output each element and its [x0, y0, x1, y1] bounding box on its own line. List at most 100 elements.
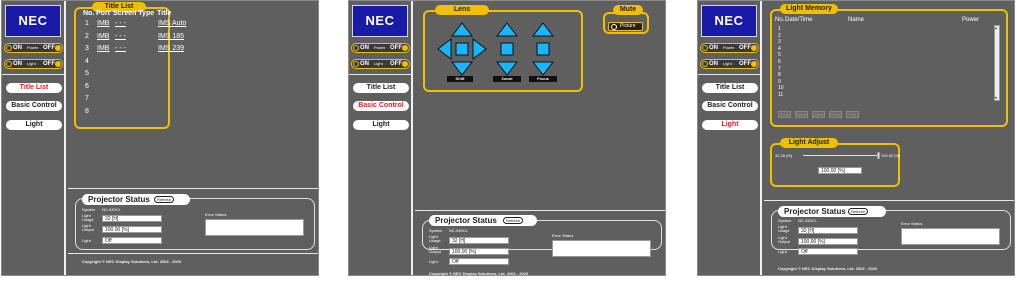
zoom-button[interactable]: Zoom [493, 76, 521, 82]
light-adjust-slider[interactable] [803, 152, 880, 159]
shift-left-icon[interactable] [437, 37, 452, 61]
title-row-no: 2 [85, 32, 89, 40]
power-toggle[interactable]: ON Power OFF [4, 43, 63, 53]
light-memory-row[interactable]: 4 [778, 46, 781, 52]
light-adjust-min: 32.28 [%] [775, 153, 792, 158]
title-row-no: 4 [85, 57, 89, 65]
light-toggle[interactable]: ON Light OFF [700, 59, 759, 69]
power-toggle[interactable]: ON Power OFF [700, 43, 759, 53]
light-memory-scrollbar[interactable]: ▴ ▾ [994, 25, 1000, 101]
nav-title-list[interactable]: Title List [702, 83, 758, 93]
title-row-screen_type[interactable]: - - - [115, 20, 126, 27]
focus-down-icon[interactable] [532, 61, 554, 76]
light-on-indicator-icon [702, 61, 708, 67]
zoom-center-icon[interactable] [500, 42, 514, 56]
nav-title-list[interactable]: Title List [6, 83, 62, 93]
light-memory-tab: Light Memory [780, 4, 838, 14]
title-row-screen_type[interactable]: - - - [115, 33, 126, 40]
refresh-button[interactable]: Refresh [503, 217, 523, 224]
power-on-indicator-icon [6, 45, 12, 51]
system-value: NC-940CL [449, 228, 468, 233]
focus-center-icon[interactable] [536, 42, 550, 56]
title-row-port[interactable]: IMB [97, 45, 109, 52]
light-status-field: Off [102, 237, 162, 244]
panel-basic-control: NEC ON Power OFF ON Light OFF Title List… [348, 0, 666, 276]
zoom-up-icon[interactable] [496, 22, 518, 37]
light-output-field: 100.00 [%] [798, 238, 858, 245]
nec-logo: NEC [5, 5, 61, 37]
light-memory-row[interactable]: 11 [778, 92, 783, 98]
col-title: Title [157, 10, 172, 17]
panel-title-list: NEC ON Power OFF ON Light OFF Title List… [1, 0, 319, 276]
light-on-indicator-icon [6, 61, 12, 67]
col-port: Port [96, 10, 110, 17]
slider-track [803, 155, 880, 156]
light-status-field: Off [449, 258, 509, 265]
power-toggle[interactable]: ON Power OFF [351, 43, 410, 53]
title-row-no: 6 [85, 82, 89, 90]
lens-tab: Lens [435, 5, 489, 15]
nav-basic-control[interactable]: Basic Control [353, 101, 409, 111]
sidebar-divider [698, 74, 760, 75]
light-toggle[interactable]: ON Light OFF [351, 59, 410, 69]
light-adjust-max: 100.00 [%] [881, 153, 901, 158]
copyright: Copyright © NEC Display Solutions, Ltd. … [82, 259, 182, 264]
nav-basic-control[interactable]: Basic Control [6, 101, 62, 111]
light-memory-row[interactable]: 7 [778, 66, 781, 72]
error-status-field [552, 240, 651, 257]
light-memory-delete-button[interactable]: Delete [795, 111, 808, 118]
nav-light[interactable]: Light [6, 120, 62, 130]
shift-down-icon[interactable] [450, 61, 474, 76]
refresh-button[interactable]: Refresh [848, 208, 868, 215]
shift-center-icon[interactable] [455, 42, 469, 56]
slider-thumb[interactable] [877, 152, 880, 159]
copyright: Copyright © NEC Display Solutions, Ltd. … [429, 271, 529, 276]
light-toggle[interactable]: ON Light OFF [4, 59, 63, 69]
light-memory-row[interactable]: 10 [778, 85, 784, 91]
light-memory-row[interactable]: 6 [778, 59, 781, 65]
title-row-screen_type[interactable]: - - - [115, 45, 126, 52]
light-memory-test-button[interactable]: Test [846, 111, 859, 118]
scroll-down-icon[interactable]: ▾ [995, 96, 999, 100]
shift-right-icon[interactable] [472, 37, 487, 61]
light-output-field: 100.00 [%] [449, 248, 509, 255]
light-adjust-value-field[interactable]: 100.00 [%] [818, 167, 862, 174]
scroll-up-icon[interactable]: ▴ [995, 26, 999, 30]
mute-check-icon [611, 24, 617, 30]
light-usage-field: 32 [H] [449, 237, 509, 244]
light-memory-row[interactable]: 1 [778, 26, 781, 32]
system-value: NC-940CL [102, 207, 121, 212]
title-row-port[interactable]: IMB [97, 33, 109, 40]
light-memory-row[interactable]: 3 [778, 39, 781, 45]
refresh-button[interactable]: Refresh [154, 196, 174, 203]
focus-button[interactable]: Focus [529, 76, 557, 82]
nav-light[interactable]: Light [353, 120, 409, 130]
light-memory-row[interactable]: 5 [778, 52, 781, 58]
light-memory-row[interactable]: 2 [778, 33, 781, 39]
focus-up-icon[interactable] [532, 22, 554, 37]
shift-up-icon[interactable] [450, 22, 474, 37]
light-memory-row[interactable]: 8 [778, 72, 781, 78]
title-row-title[interactable]: IMS Auto [158, 20, 186, 27]
sidebar: NEC ON Power OFF ON Light OFF Title List… [349, 1, 413, 275]
sidebar: NEC ON Power OFF ON Light OFF Title List… [698, 1, 762, 275]
nec-logo: NEC [352, 5, 408, 37]
nav-basic-control[interactable]: Basic Control [702, 101, 758, 111]
shift-button[interactable]: Shift [447, 76, 473, 82]
light-memory-photo-button[interactable]: Photo [829, 111, 842, 118]
zoom-down-icon[interactable] [496, 61, 518, 76]
light-output-field: 100.00 [%] [102, 226, 162, 233]
light-memory-row[interactable]: 9 [778, 79, 781, 85]
title-row-title[interactable]: IMS 185 [158, 33, 184, 40]
light-memory-entry-button[interactable]: Entry [778, 111, 791, 118]
nav-light[interactable]: Light [702, 120, 758, 130]
title-row-port[interactable]: IMB [97, 20, 109, 27]
nec-logo: NEC [701, 5, 757, 37]
light-adjust-tab: Light Adjust [780, 138, 838, 148]
nav-title-list[interactable]: Title List [353, 83, 409, 93]
power-off-indicator-icon [402, 45, 408, 51]
light-memory-clear-button[interactable]: Clear [812, 111, 825, 118]
picture-mute-button[interactable]: Picture [608, 22, 643, 31]
light-on-indicator-icon [353, 61, 359, 67]
title-row-title[interactable]: IMS 239 [158, 45, 184, 52]
